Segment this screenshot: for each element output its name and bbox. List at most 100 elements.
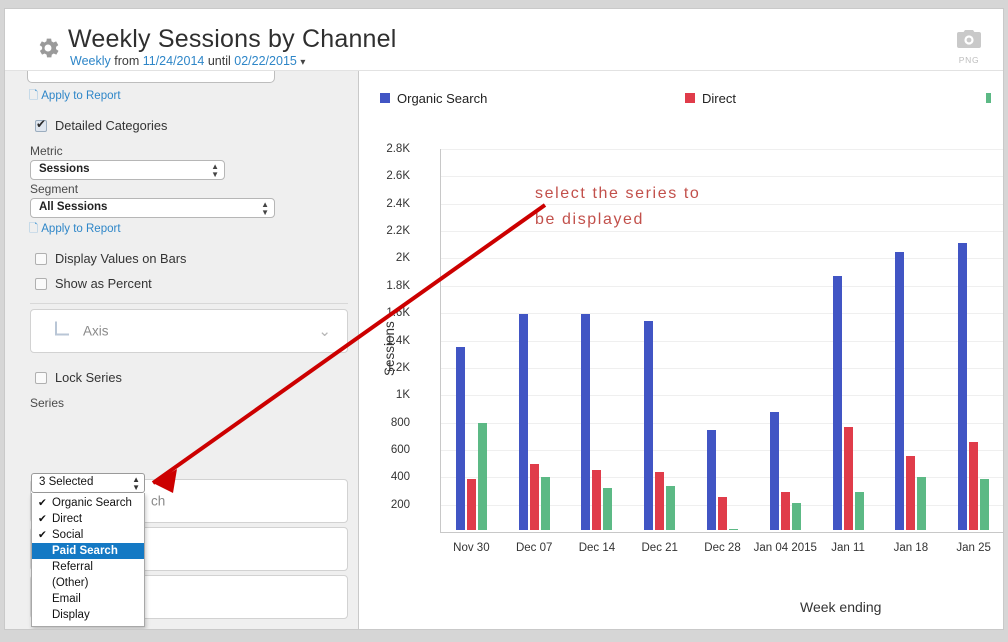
axis-card[interactable]: Axis ⌄ (30, 309, 348, 353)
chart-bar[interactable] (644, 321, 653, 530)
report-date-range[interactable]: Weekly from 11/24/2014 until 02/22/2015 … (70, 54, 305, 68)
series-option-label: Referral (52, 561, 93, 573)
chart-bar[interactable] (969, 442, 978, 530)
camera-icon (947, 29, 991, 54)
chart-bar[interactable] (592, 470, 601, 530)
x-axis-line (440, 532, 1003, 533)
checkbox-icon[interactable] (35, 253, 47, 265)
until-word: until (208, 54, 231, 68)
y-axis-tick-label: 1K (364, 389, 410, 401)
chart-bar[interactable] (980, 479, 989, 530)
checkbox-detailed-categories[interactable]: Detailed Categories (35, 118, 167, 133)
chart-bar[interactable] (729, 529, 738, 530)
metric-select[interactable]: Sessions ▲▼ (30, 160, 225, 180)
chart-bar[interactable] (603, 488, 612, 530)
stepper-arrows-icon: ▲▼ (211, 163, 219, 179)
series-option-label: (Other) (52, 577, 88, 589)
chart-bar[interactable] (855, 492, 864, 530)
x-axis-tick-label: Dec 07 (516, 542, 552, 554)
segment-field-label: Segment (30, 182, 78, 196)
y-axis-line (440, 149, 441, 532)
chart-bar[interactable] (792, 503, 801, 530)
y-axis-tick-label: 2K (364, 252, 410, 264)
chevron-down-icon[interactable]: ⌄ (318, 322, 331, 340)
y-axis-tick-label: 2.8K (364, 143, 410, 155)
y-axis-title: Sessions (382, 321, 397, 376)
series-option-organic-search[interactable]: Organic Search (32, 495, 144, 511)
apply-to-report-link-top[interactable]: 🗋Apply to Report (29, 88, 121, 107)
chart-bar[interactable] (655, 472, 664, 530)
checkbox-lock-series[interactable]: Lock Series (35, 370, 122, 385)
chart-bar[interactable] (519, 314, 528, 530)
chart-bar[interactable] (917, 477, 926, 530)
window-bottom-edge (0, 632, 1008, 642)
series-option-referral[interactable]: Referral (32, 559, 144, 575)
series-multiselect-list[interactable]: Organic Search Direct Social Paid Search… (31, 493, 145, 627)
series-option-label: Direct (52, 513, 82, 525)
checkbox-display-values-on-bars[interactable]: Display Values on Bars (35, 251, 186, 266)
x-axis-tick-label: Jan 11 (831, 542, 865, 554)
chart-gridline (440, 258, 1003, 259)
apply-to-report-link-bottom[interactable]: 🗋Apply to Report (29, 221, 121, 240)
until-date-link[interactable]: 02/22/2015 (234, 54, 297, 68)
x-axis-title: Week ending (800, 599, 881, 615)
chart-bar[interactable] (781, 492, 790, 530)
chart-bar[interactable] (844, 427, 853, 530)
chart-gridline (440, 204, 1003, 205)
chart-bar[interactable] (707, 430, 716, 530)
series-option-paid-search[interactable]: Paid Search (32, 543, 144, 559)
chart-bar[interactable] (958, 243, 967, 530)
series-option-social[interactable]: Social (32, 527, 144, 543)
chart-bar[interactable] (666, 486, 675, 530)
series-multiselect-value: 3 Selected (39, 476, 93, 488)
series-option-direct[interactable]: Direct (32, 511, 144, 527)
export-png-button[interactable]: PNG (947, 27, 991, 71)
checkbox-icon[interactable] (35, 278, 47, 290)
page-title: Weekly Sessions by Channel (68, 25, 397, 54)
chart-gridline (440, 149, 1003, 150)
y-axis-tick-label: 2.2K (364, 225, 410, 237)
chevron-down-icon[interactable]: ▾ (300, 57, 305, 68)
series-option-label: Paid Search (52, 545, 118, 557)
display-values-on-bars-label: Display Values on Bars (55, 251, 186, 266)
checkbox-show-as-percent[interactable]: Show as Percent (35, 276, 152, 291)
chart-bar[interactable] (895, 252, 904, 530)
app-header: Weekly Sessions by Channel Weekly from 1… (5, 9, 1003, 71)
from-date-link[interactable]: 11/24/2014 (143, 54, 205, 68)
stepper-arrows-icon: ▲▼ (261, 201, 269, 217)
metric-field-label: Metric (30, 144, 63, 158)
y-axis-tick-label: 600 (364, 444, 410, 456)
series-multiselect-trigger[interactable]: 3 Selected ▲▼ (31, 473, 145, 493)
x-axis-tick-label: Nov 30 (453, 542, 489, 554)
apply-to-report-label-bottom: Apply to Report (41, 223, 120, 235)
series-option-label: Social (52, 529, 83, 541)
clipped-text-input[interactable] (27, 71, 275, 83)
document-icon: 🗋 (29, 90, 38, 102)
frequency-link[interactable]: Weekly (70, 54, 111, 68)
lock-series-label: Lock Series (55, 370, 122, 385)
chart-bar[interactable] (478, 423, 487, 530)
checkbox-icon[interactable] (35, 372, 47, 384)
chart-bar[interactable] (906, 456, 915, 530)
chart-builder-window: Weekly Sessions by Channel Weekly from 1… (4, 8, 1004, 630)
chart-bar[interactable] (541, 477, 550, 530)
chart-bar[interactable] (581, 314, 590, 530)
chart-bar[interactable] (467, 479, 476, 530)
chart-bar[interactable] (833, 276, 842, 530)
chart-bar[interactable] (530, 464, 539, 530)
segment-select[interactable]: All Sessions ▲▼ (30, 198, 275, 218)
series-field-label: Series (30, 396, 64, 410)
y-axis-tick-label: 1.8K (364, 280, 410, 292)
chart-bar[interactable] (770, 412, 779, 530)
series-option-label: Organic Search (52, 497, 132, 509)
gear-icon[interactable] (35, 35, 61, 61)
checkbox-icon[interactable] (35, 120, 47, 132)
series-option-other[interactable]: (Other) (32, 575, 144, 591)
y-axis-tick-label: 2.6K (364, 170, 410, 182)
chart-bar[interactable] (456, 347, 465, 530)
x-axis-tick-label: Dec 21 (642, 542, 678, 554)
chart-bar[interactable] (718, 497, 727, 531)
series-option-display[interactable]: Display (32, 607, 144, 623)
chart-gridline (440, 176, 1003, 177)
series-option-email[interactable]: Email (32, 591, 144, 607)
